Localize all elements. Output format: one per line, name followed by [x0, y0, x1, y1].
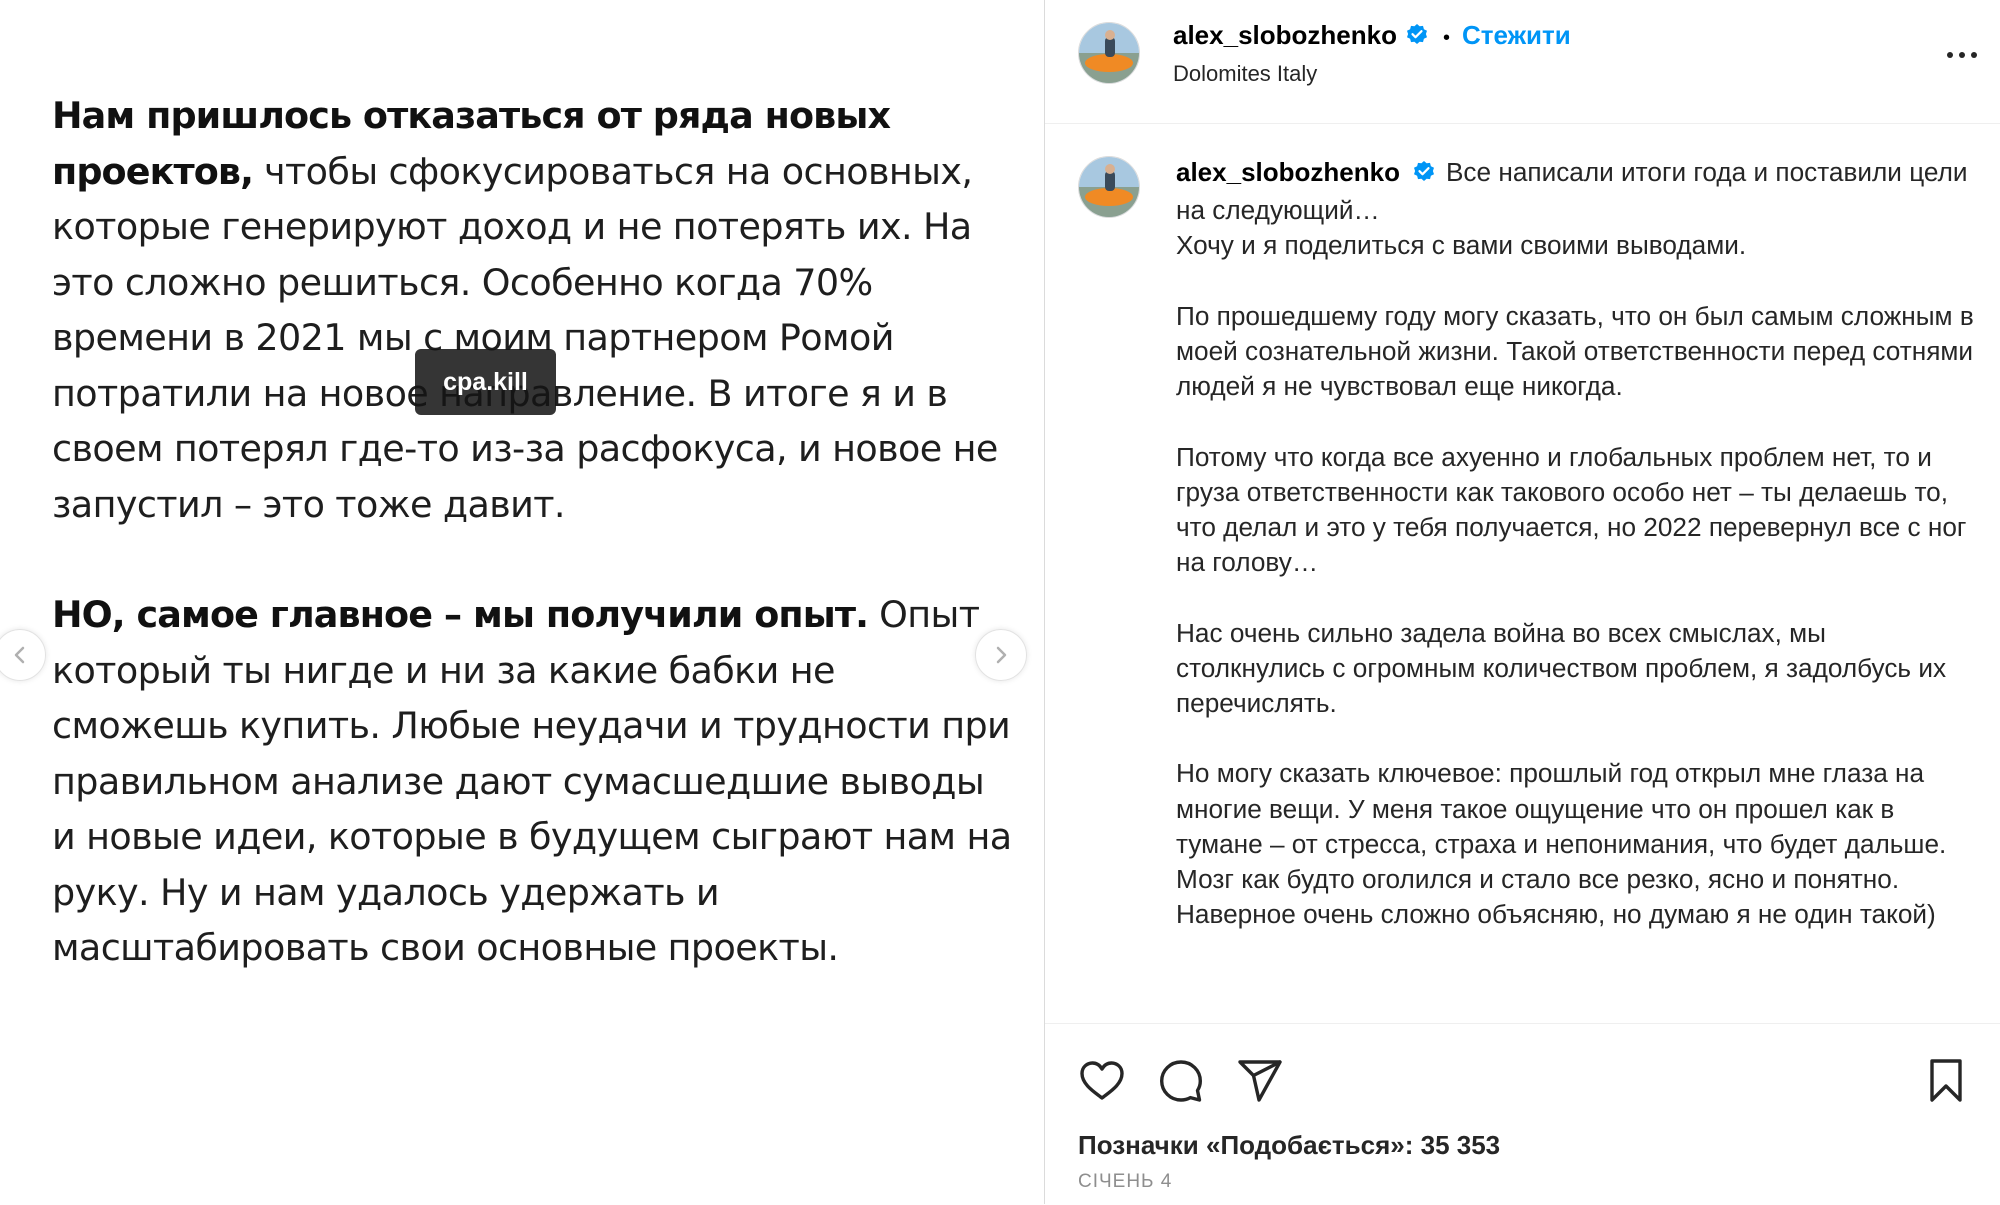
slide-paragraph-2-text: Опыт который ты нигде и ни за какие бабк…: [52, 593, 1012, 969]
comment-icon: [1160, 1060, 1202, 1102]
slide-paragraph-1: Нам пришлось отказаться от ряда новых пр…: [52, 88, 1012, 532]
post-date[interactable]: СІЧЕНЬ 4: [1078, 1171, 1172, 1193]
post-location[interactable]: Dolomites Italy: [1173, 61, 1317, 87]
save-button[interactable]: [1921, 1056, 1971, 1106]
share-button[interactable]: [1235, 1056, 1285, 1106]
caption-paragraph-3: Потому что когда все ахуенно и глобальны…: [1176, 441, 1967, 578]
likes-count[interactable]: Позначки «Подобається»: 35 353: [1078, 1130, 1500, 1161]
action-bar: [1077, 1056, 1977, 1106]
chevron-right-icon: [996, 646, 1007, 664]
heart-icon: [1080, 1061, 1124, 1100]
share-icon: [1238, 1060, 1282, 1102]
slide-paragraph-2-bold: НО, самое главное – мы получили опыт.: [52, 593, 869, 636]
caption-paragraph-1: alex_slobozhenko Все написали итоги года …: [1176, 155, 1976, 264]
carousel-slide: Нам пришлось отказаться от ряда новых пр…: [0, 0, 1043, 1204]
verified-icon: [1405, 23, 1429, 54]
post-footer: Позначки «Подобається»: 35 353 СІЧЕНЬ 4: [1045, 1023, 2000, 1205]
chevron-left-icon: [14, 646, 25, 664]
post-caption: alex_slobozhenko Все написали итоги года …: [1045, 123, 2000, 1023]
slide-text: Нам пришлось отказаться от ряда новых пр…: [52, 88, 1012, 976]
caption-text: alex_slobozhenko Все написали итоги года …: [1176, 155, 1976, 968]
caption-paragraph-4: Нас очень сильно задела война во всех см…: [1176, 617, 1947, 718]
caption-paragraph-2: По прошедшему году могу сказать, что он …: [1176, 300, 1974, 402]
more-icon: [1947, 52, 1977, 58]
caption-second-line: Хочу и я поделиться с вами своими вывода…: [1176, 230, 1747, 261]
comment-button[interactable]: [1156, 1056, 1206, 1106]
post-header: alex_slobozhenko • Стежити Dolomites Italy: [1045, 0, 2000, 124]
caption-username[interactable]: alex_slobozhenko: [1176, 157, 1400, 187]
header-title-row: alex_slobozhenko • Стежити: [1173, 20, 1571, 54]
like-button[interactable]: [1077, 1056, 1127, 1106]
next-slide-button[interactable]: [975, 629, 1027, 681]
follow-button[interactable]: Стежити: [1462, 20, 1571, 50]
previous-slide-button[interactable]: [0, 629, 46, 681]
post-details-panel: alex_slobozhenko • Стежити Dolomites Italy…: [1045, 0, 2000, 1204]
avatar-image: [1079, 157, 1139, 217]
slide-paragraph-1-text: чтобы сфокусироваться на основных, котор…: [52, 149, 998, 526]
avatar-image: [1079, 23, 1139, 83]
header-username[interactable]: alex_slobozhenko: [1173, 20, 1397, 50]
watermark-tag: cpa.kill: [415, 349, 556, 415]
more-options-button[interactable]: [1942, 40, 1982, 70]
bookmark-icon: [1930, 1059, 1962, 1102]
caption-paragraph-5: Но могу сказать ключевое: прошлый год от…: [1176, 758, 1947, 930]
avatar[interactable]: [1078, 22, 1140, 84]
caption-avatar[interactable]: [1078, 156, 1140, 218]
slide-paragraph-2: НО, самое главное – мы получили опыт. Оп…: [52, 587, 1012, 976]
separator-dot: •: [1442, 27, 1450, 49]
verified-icon: [1412, 158, 1436, 193]
